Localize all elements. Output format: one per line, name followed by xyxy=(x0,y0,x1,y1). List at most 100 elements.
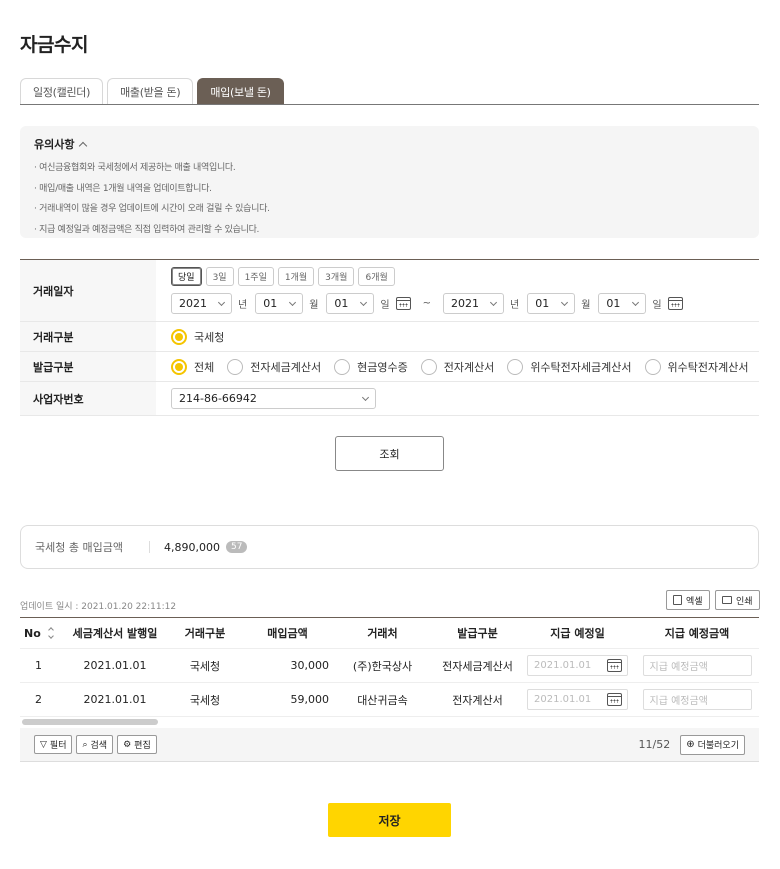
type-row: 거래구분 국세청 xyxy=(20,322,759,352)
pay-amount-input[interactable]: 지급 예정금액 xyxy=(642,689,752,710)
quick-3d-button[interactable]: 3일 xyxy=(205,267,234,286)
horizontal-scrollbar[interactable] xyxy=(22,719,158,725)
tab-bar: 일정(캘린더) 매출(받을 돈) 매입(보낼 돈) xyxy=(20,78,284,105)
excel-icon xyxy=(673,595,682,605)
chevron-down-icon xyxy=(489,298,498,306)
notice-item: · 거래내역이 많을 경우 업데이트에 시간이 오래 걸릴 수 있습니다. xyxy=(34,204,270,214)
unit-year: 년 xyxy=(510,300,520,311)
notice-item: · 매입/매출 내역은 1개월 내역을 업데이트합니다. xyxy=(34,183,212,194)
issue-option-ebill[interactable]: 전자계산서 xyxy=(420,358,494,375)
notice-box: 유의사항 · 여신금융협회와 국세청에서 제공하는 매출 내역입니다. · 매입… xyxy=(20,126,759,238)
issue-option-etax[interactable]: 전자세금계산서 xyxy=(227,358,321,375)
unit-month: 월 xyxy=(309,300,319,311)
col-vendor: 거래처 xyxy=(367,627,398,640)
unit-day: 일 xyxy=(380,300,390,311)
issue-option-trust-ebill[interactable]: 위수탁전자계산서 xyxy=(644,358,748,375)
notice-title: 유의사항 xyxy=(34,138,75,151)
filter-button[interactable]: ▽ 필터 xyxy=(34,735,73,754)
pay-amount-input[interactable]: 지급 예정금액 xyxy=(642,655,752,676)
gear-icon: ⚙ xyxy=(123,739,132,750)
radio-checked-icon xyxy=(171,358,187,375)
type-option-nts[interactable]: 국세청 xyxy=(171,328,224,345)
start-day-select[interactable]: 01 xyxy=(326,293,375,314)
date-label: 거래일자 xyxy=(20,260,156,321)
purchase-table: No 세금계산서 발행일 거래구분 매입금액 거래처 발급구분 지급 예정일 지… xyxy=(20,617,759,717)
unit-month: 월 xyxy=(581,300,591,311)
issue-label: 발급구분 xyxy=(20,352,156,381)
radio-icon xyxy=(227,358,244,375)
type-label: 거래구분 xyxy=(20,322,156,351)
load-more-button[interactable]: ⊕ 더불러오기 xyxy=(680,734,745,755)
issue-option-trust-etax[interactable]: 위수탁전자세금계산서 xyxy=(507,358,632,375)
table-search-button[interactable]: ⌕ 검색 xyxy=(76,735,114,754)
quick-6m-button[interactable]: 6개월 xyxy=(358,267,395,286)
issue-row: 발급구분 전체 전자세금계산서 현금영수증 전자계산서 위수탁전자세금계산서 위… xyxy=(20,352,759,382)
print-button[interactable]: 인쇄 xyxy=(715,590,760,610)
end-month-select[interactable]: 01 xyxy=(527,293,576,314)
quick-1w-button[interactable]: 1주일 xyxy=(237,267,274,286)
chevron-down-icon xyxy=(289,298,297,306)
end-day-select[interactable]: 01 xyxy=(598,293,647,314)
date-row: 거래일자 당일 3일 1주일 1개월 3개월 6개월 2021 년 01 월 0… xyxy=(20,260,759,322)
plus-circle-icon: ⊕ xyxy=(686,739,695,750)
table-row: 2 2021.01.01 국세청 59,000 대산귀금속 전자계산서 2021… xyxy=(20,683,759,717)
filter-icon: ▽ xyxy=(40,739,47,750)
unit-day: 일 xyxy=(652,300,662,311)
search-form: 거래일자 당일 3일 1주일 1개월 3개월 6개월 2021 년 01 월 0… xyxy=(20,259,759,416)
issue-option-all[interactable]: 전체 xyxy=(171,358,214,375)
quick-3m-button[interactable]: 3개월 xyxy=(318,267,355,286)
pay-date-input[interactable]: 2021.01.01 xyxy=(527,655,628,676)
col-issue-date: 세금계산서 발행일 xyxy=(72,627,158,640)
excel-button[interactable]: 엑셀 xyxy=(666,590,710,610)
search-button[interactable]: 조회 xyxy=(335,436,444,471)
end-year-select[interactable]: 2021 xyxy=(443,293,504,314)
notice-toggle[interactable]: 유의사항 xyxy=(34,136,745,152)
summary-box: 국세청 총 매입금액 4,890,000 57 xyxy=(20,525,759,569)
start-year-select[interactable]: 2021 xyxy=(171,293,232,314)
edit-button[interactable]: ⚙ 편집 xyxy=(117,735,157,754)
radio-icon xyxy=(644,358,661,375)
radio-icon xyxy=(334,358,351,375)
notice-item: · 여신금융협회와 국세청에서 제공하는 매출 내역입니다. xyxy=(34,163,236,173)
issue-option-cash[interactable]: 현금영수증 xyxy=(334,358,408,375)
range-tilde: ~ xyxy=(422,298,431,309)
page-title: 자금수지 xyxy=(20,34,88,56)
col-issue-type: 발급구분 xyxy=(457,627,498,640)
count-badge: 57 xyxy=(225,541,248,553)
table-row: 1 2021.01.01 국세청 30,000 (주)한국상사 전자세금계산서 … xyxy=(20,649,759,683)
chevron-down-icon xyxy=(360,298,368,306)
calendar-icon[interactable] xyxy=(607,693,622,706)
pay-date-input[interactable]: 2021.01.01 xyxy=(527,689,628,710)
tab-divider xyxy=(20,104,759,105)
calendar-icon[interactable] xyxy=(667,297,683,310)
printer-icon xyxy=(722,596,732,604)
page-indicator: 11/52 xyxy=(638,738,671,751)
tab-sales[interactable]: 매출(받을 돈) xyxy=(107,78,194,105)
quick-1m-button[interactable]: 1개월 xyxy=(277,267,315,286)
quick-today-button[interactable]: 당일 xyxy=(171,267,202,286)
tab-purchase[interactable]: 매입(보낼 돈) xyxy=(197,78,284,105)
search-icon: ⌕ xyxy=(82,739,88,750)
bizno-label: 사업자번호 xyxy=(20,382,156,415)
notice-item: · 지급 예정일과 예정금액은 직접 입력하여 관리할 수 있습니다. xyxy=(34,224,260,235)
sort-icon xyxy=(47,627,54,639)
calendar-icon[interactable] xyxy=(607,659,622,672)
updated-time: 업데이트 일시 : 2021.01.20 22:11:12 xyxy=(20,602,177,612)
chevron-down-icon xyxy=(361,393,370,401)
start-month-select[interactable]: 01 xyxy=(255,293,304,314)
save-button[interactable]: 저장 xyxy=(328,803,451,837)
calendar-icon[interactable] xyxy=(395,297,411,310)
unit-year: 년 xyxy=(238,300,248,311)
chevron-down-icon xyxy=(217,298,226,306)
table-header: No 세금계산서 발행일 거래구분 매입금액 거래처 발급구분 지급 예정일 지… xyxy=(20,618,759,649)
radio-checked-icon xyxy=(171,328,187,345)
summary-amount: 4,890,000 xyxy=(164,540,220,554)
summary-label: 국세청 총 매입금액 xyxy=(35,541,150,554)
col-pay-amount: 지급 예정금액 xyxy=(664,627,730,640)
tab-calendar[interactable]: 일정(캘린더) xyxy=(20,78,104,105)
col-amount: 매입금액 xyxy=(267,627,308,640)
chevron-down-icon xyxy=(632,298,640,306)
table-footer: ▽ 필터 ⌕ 검색 ⚙ 편집 11/52 ⊕ 더불러오기 xyxy=(20,728,759,762)
sort-no-header[interactable]: No xyxy=(20,627,65,640)
bizno-select[interactable]: 214-86-66942 xyxy=(171,388,376,409)
